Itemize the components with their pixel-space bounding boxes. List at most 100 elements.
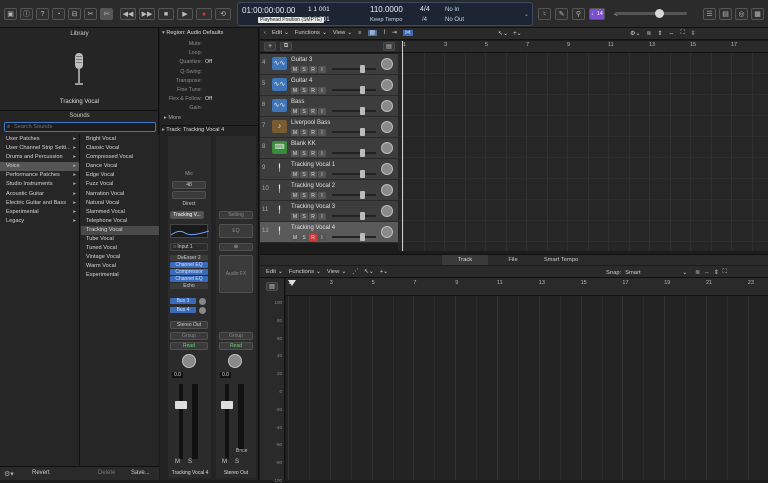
automation-button[interactable]: Read	[170, 342, 208, 350]
back-icon[interactable]: ‹	[264, 30, 266, 36]
audio-fx-button[interactable]: Audio FX	[219, 255, 253, 293]
arrange-area[interactable]	[398, 53, 768, 251]
plugin-slot[interactable]: Channel EQ	[170, 276, 208, 282]
solo-button[interactable]: S	[300, 108, 308, 115]
mute-button[interactable]: M	[291, 129, 299, 136]
metronome-icon[interactable]: ⚲	[572, 8, 585, 20]
direct-label[interactable]: Direct	[172, 201, 206, 209]
input-level-button[interactable]	[172, 191, 206, 199]
track-volume-slider[interactable]	[332, 170, 376, 178]
input-monitor-button[interactable]: I	[318, 150, 326, 157]
chevron-down-icon[interactable]: ⌄	[322, 30, 327, 36]
region-parameter-row[interactable]: Flex & Follow: Off	[160, 95, 259, 104]
input-monitor-button[interactable]: I	[318, 108, 326, 115]
category-item[interactable]: Drums and Percussion ▸	[0, 153, 79, 162]
pointer-tool-icon[interactable]: ↖⌄	[498, 30, 508, 37]
fader-cap[interactable]	[221, 401, 233, 409]
editor-grid[interactable]	[286, 296, 768, 480]
region-parameter-row[interactable]: Fine Tune:	[160, 86, 259, 95]
microphone-icon[interactable]: ╿	[272, 204, 287, 217]
track-volume-slider[interactable]	[332, 233, 376, 241]
editor-view-menu[interactable]: View	[327, 269, 339, 275]
audio-waveform-icon[interactable]: ∿∿	[272, 57, 287, 70]
chevron-down-icon[interactable]: ⌄	[316, 269, 321, 275]
category-item[interactable]: Electric Guitar and Bass ▸	[0, 199, 79, 208]
output-button[interactable]: Stereo Out	[170, 321, 208, 329]
record-enable-button[interactable]: R	[309, 213, 317, 220]
editor-functions-menu[interactable]: Functions	[289, 269, 314, 275]
play-icon[interactable]: ▶	[177, 8, 193, 20]
slider-handle[interactable]	[360, 86, 365, 94]
plugin-slot[interactable]: Compressor	[170, 269, 208, 275]
plugin-slot[interactable]: Channel EQ	[170, 262, 208, 268]
link-icon[interactable]: ⊖	[219, 243, 253, 251]
slider-handle[interactable]	[360, 65, 365, 73]
waveform-zoom-icon[interactable]: ≋	[646, 30, 651, 37]
track-header[interactable]: 5 ∿∿ Guitar 4 MSRI	[260, 75, 398, 96]
slider-handle[interactable]	[360, 149, 365, 157]
patch-item[interactable]: Edge Vocal	[81, 171, 159, 180]
mute-button[interactable]: M	[291, 192, 299, 199]
setting-button[interactable]: Setting	[219, 211, 253, 219]
fit-icon[interactable]: ⛶	[723, 269, 727, 276]
editors-icon[interactable]: ✂	[84, 8, 97, 20]
pointer-tool-icon[interactable]: ↖⌄	[364, 269, 374, 275]
flex-icon[interactable]: ⋈	[402, 30, 413, 36]
audio-waveform-icon[interactable]: ∿∿	[272, 78, 287, 91]
more-disclosure[interactable]: ▸ More	[164, 115, 181, 121]
tempo-mode[interactable]: Keep Tempo	[370, 17, 402, 23]
patch-item[interactable]: Warm Vocal	[81, 262, 159, 271]
pan-knob[interactable]	[381, 163, 393, 175]
add-track-button[interactable]: +	[264, 42, 276, 51]
patch-item[interactable]: Fuzz Vocal	[81, 180, 159, 189]
timeline-ruler[interactable]: 1 3 5 7 9 11 13 15 17	[398, 41, 768, 53]
region-parameter-row[interactable]: Loop:	[160, 49, 259, 58]
input-monitor-button[interactable]: I	[318, 66, 326, 73]
record-enable-button[interactable]: R	[309, 234, 317, 241]
slider-handle[interactable]	[360, 128, 365, 136]
category-item[interactable]: Studio Instruments ▸	[0, 180, 79, 189]
record-enable-button[interactable]: R	[309, 129, 317, 136]
info-icon[interactable]: ⓘ	[20, 8, 33, 20]
pan-knob[interactable]	[381, 58, 393, 70]
stop-icon[interactable]: ■	[158, 8, 174, 20]
track-name[interactable]: Bass	[291, 99, 304, 105]
bass-guitar-icon[interactable]: ♪	[272, 120, 287, 133]
track-name[interactable]: Tracking Vocal 4	[291, 225, 335, 231]
category-item[interactable]: Experimental ▸	[0, 208, 79, 217]
bounce-button[interactable]: Bnce	[236, 448, 247, 454]
solo-button[interactable]: S	[300, 192, 308, 199]
search-field[interactable]: ⌕	[4, 122, 156, 132]
patch-item[interactable]: Experimental	[81, 271, 159, 280]
plus-tool-icon[interactable]: +⌄	[513, 30, 522, 37]
scissors-icon[interactable]: ✄	[100, 8, 113, 20]
track-header[interactable]: 12 ╿ Tracking Vocal 4 MSRI	[260, 222, 398, 243]
solo-button[interactable]: S	[300, 150, 308, 157]
delete-button[interactable]: Delete	[98, 470, 115, 476]
record-enable-button[interactable]: R	[309, 66, 317, 73]
chevron-down-icon[interactable]: ⌄	[278, 269, 283, 275]
track-header[interactable]: 7 ♪ Liverpool Bass M S R I	[260, 117, 398, 138]
track-name[interactable]: Guitar 4	[291, 78, 312, 84]
pan-knob[interactable]	[381, 121, 393, 133]
track-header[interactable]: 9 ╿ Tracking Vocal 1 MSRI	[260, 159, 398, 180]
solo-button[interactable]: S	[300, 66, 308, 73]
send-bus4[interactable]: Bus 4	[170, 307, 196, 313]
record-enable-button[interactable]: R	[309, 108, 317, 115]
patch-item[interactable]: Vintage Vocal	[81, 253, 159, 262]
track-volume-slider[interactable]	[332, 86, 376, 94]
solo-button[interactable]: S	[235, 459, 239, 465]
lcd-display[interactable]: 01:00:00:00.00 1 1 001 1 1 001 Playhead …	[237, 2, 533, 26]
tab-smart-tempo[interactable]: Smart Tempo	[538, 255, 584, 265]
track-volume-slider[interactable]	[332, 149, 376, 157]
gear-icon[interactable]: ⚙︎⌄	[630, 30, 640, 37]
input-monitor-button[interactable]: I	[318, 192, 326, 199]
input-monitor-button[interactable]: I	[318, 213, 326, 220]
grid-icon[interactable]: ▦	[367, 30, 377, 36]
region-parameter-row[interactable]: Quantize: Off	[160, 58, 259, 67]
record-enable-button[interactable]: R	[309, 192, 317, 199]
zoom-vertical-icon[interactable]: ⇕	[657, 30, 662, 37]
mute-button[interactable]: M	[291, 234, 299, 241]
flex-edit-icon[interactable]: ⋰	[352, 269, 358, 275]
automation-button[interactable]: Read	[219, 342, 253, 350]
